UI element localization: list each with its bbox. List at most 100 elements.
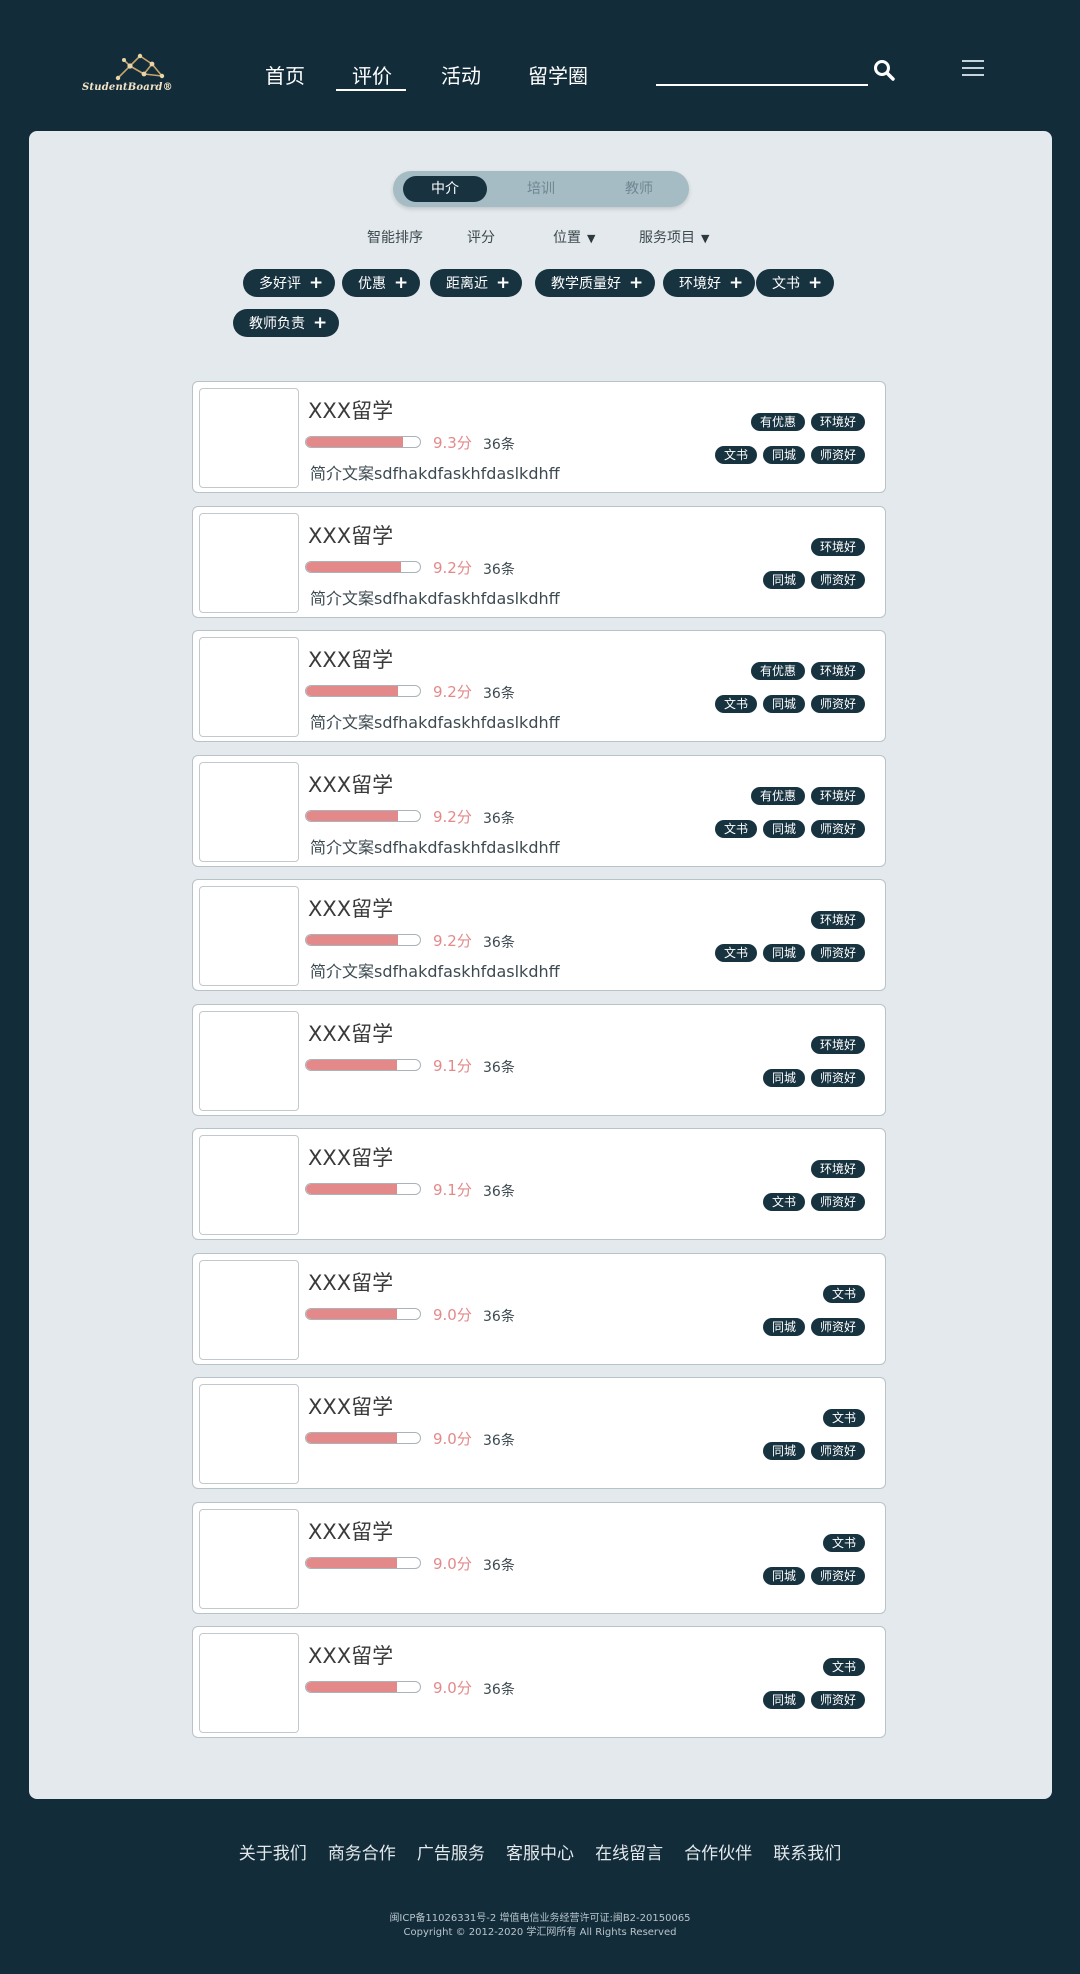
listing-description: 简介文案sdfhakdfaskhfdaslkdhff	[310, 962, 560, 981]
filter-chip-good-reviews[interactable]: 多好评 +	[243, 269, 336, 297]
sort-services-dropdown[interactable]: 服务项目 ▼	[639, 227, 709, 247]
feature-tag: 有优惠	[750, 662, 805, 680]
footer-link-partners[interactable]: 合作伙伴	[684, 1839, 752, 1864]
feature-tag: 师资好	[810, 820, 865, 838]
search-input[interactable]	[656, 58, 868, 84]
sort-rating[interactable]: 评分	[467, 227, 495, 247]
rating-bar-fill	[306, 935, 399, 945]
listing-title[interactable]: XXX留学	[308, 1391, 393, 1421]
listing-card[interactable]: XXX留学 9.3分 36条 简介文案sdfhakdfaskhfdaslkdhff 有优…	[192, 381, 886, 493]
rating-bar-fill	[306, 1558, 398, 1568]
feature-tag: 同城	[762, 695, 805, 713]
review-count: 36条	[483, 562, 515, 578]
filter-chip-discount[interactable]: 优惠 +	[342, 269, 421, 297]
feature-tag: 同城	[762, 944, 805, 962]
listing-title[interactable]: XXX留学	[308, 1142, 393, 1172]
listing-title[interactable]: XXX留学	[308, 769, 393, 799]
sort-smart-label: 智能排序	[367, 230, 423, 246]
tag-row-bottom: 同城 师资好	[762, 1318, 865, 1336]
listing-card[interactable]: XXX留学 9.2分 36条 简介文案sdfhakdfaskhfdaslkdhff 环境…	[192, 879, 886, 991]
rating-bar-fill	[306, 1060, 398, 1070]
listing-thumbnail[interactable]	[199, 1135, 299, 1235]
listing-title[interactable]: XXX留学	[308, 644, 393, 674]
hamburger-menu-icon[interactable]	[962, 60, 984, 78]
nav-events[interactable]: 活动	[441, 60, 481, 89]
chip-label: 文书	[772, 276, 800, 292]
plus-icon: +	[496, 273, 511, 293]
filter-chip-nearby[interactable]: 距离近 +	[430, 269, 523, 297]
listing-card[interactable]: XXX留学 9.2分 36条 简介文案sdfhakdfaskhfdaslkdhff 环境…	[192, 506, 886, 618]
listing-thumbnail[interactable]	[199, 637, 299, 737]
listing-thumbnail[interactable]	[199, 886, 299, 986]
studentboard-logo[interactable]: StudentBoard®	[82, 50, 192, 100]
listing-description: 简介文案sdfhakdfaskhfdaslkdhff	[310, 589, 560, 608]
listing-thumbnail[interactable]	[199, 1509, 299, 1609]
listing-card[interactable]: XXX留学 9.2分 36条 简介文案sdfhakdfaskhfdaslkdhff 有优…	[192, 755, 886, 867]
listing-card[interactable]: XXX留学 9.0分 36条 文书 同城 师资好	[192, 1502, 886, 1614]
footer-link-ads[interactable]: 广告服务	[417, 1839, 485, 1864]
segment-teacher[interactable]: 教师	[597, 176, 681, 202]
listing-title[interactable]: XXX留学	[308, 1516, 393, 1546]
feature-tag: 师资好	[810, 1691, 865, 1709]
plus-icon: +	[309, 273, 324, 293]
feature-tag: 师资好	[810, 1318, 865, 1336]
rating-bar	[305, 934, 421, 946]
listing-title[interactable]: XXX留学	[308, 395, 393, 425]
listing-thumbnail[interactable]	[199, 388, 299, 488]
tag-row-bottom: 同城 师资好	[762, 1442, 865, 1460]
tag-row-top: 环境好	[810, 911, 865, 929]
listing-thumbnail[interactable]	[199, 1011, 299, 1111]
nav-study-abroad-circle[interactable]: 留学圈	[528, 60, 588, 89]
footer-link-contact[interactable]: 联系我们	[773, 1839, 841, 1864]
listing-card[interactable]: XXX留学 9.0分 36条 文书 同城 师资好	[192, 1377, 886, 1489]
nav-home[interactable]: 首页	[265, 60, 305, 89]
listing-title[interactable]: XXX留学	[308, 520, 393, 550]
segment-training[interactable]: 培训	[499, 176, 583, 202]
site-header: StudentBoard® 首页 评价 活动 留学圈	[0, 0, 1080, 130]
rating-score: 9.3分	[433, 434, 472, 452]
rating-bar-fill	[306, 1682, 398, 1692]
rating-bar	[305, 685, 421, 697]
listing-title[interactable]: XXX留学	[308, 1640, 393, 1670]
listing-title[interactable]: XXX留学	[308, 1018, 393, 1048]
filter-chip-good-environment[interactable]: 环境好 +	[663, 269, 756, 297]
rating-score: 9.1分	[433, 1057, 472, 1075]
filter-chip-teaching-quality[interactable]: 教学质量好 +	[535, 269, 656, 297]
listing-card[interactable]: XXX留学 9.0分 36条 文书 同城 师资好	[192, 1626, 886, 1738]
tag-row-bottom: 文书 同城 师资好	[714, 820, 865, 838]
footer-link-message[interactable]: 在线留言	[595, 1839, 663, 1864]
tag-row-top: 文书	[822, 1285, 865, 1303]
segment-agency[interactable]: 中介	[403, 176, 487, 202]
filter-chip-responsible-teachers[interactable]: 教师负责 +	[233, 309, 340, 337]
sort-location-dropdown[interactable]: 位置 ▼	[553, 227, 595, 247]
chip-label: 优惠	[358, 276, 386, 292]
listing-thumbnail[interactable]	[199, 1260, 299, 1360]
listing-thumbnail[interactable]	[199, 513, 299, 613]
listing-thumbnail[interactable]	[199, 1384, 299, 1484]
sort-smart[interactable]: 智能排序	[367, 227, 423, 247]
rating-score: 9.0分	[433, 1555, 472, 1573]
rating-bar-fill	[306, 1433, 398, 1443]
review-count: 36条	[483, 811, 515, 827]
listing-card[interactable]: XXX留学 9.2分 36条 简介文案sdfhakdfaskhfdaslkdhff 有优…	[192, 630, 886, 742]
footer-link-about[interactable]: 关于我们	[239, 1839, 307, 1864]
chip-label: 教学质量好	[551, 276, 621, 292]
listing-card[interactable]: XXX留学 9.0分 36条 文书 同城 师资好	[192, 1253, 886, 1365]
listing-title[interactable]: XXX留学	[308, 1267, 393, 1297]
nav-reviews[interactable]: 评价	[352, 60, 392, 89]
filter-chip-documents[interactable]: 文书 +	[756, 269, 835, 297]
rating-score: 9.2分	[433, 683, 472, 701]
feature-tag: 文书	[822, 1534, 865, 1552]
rating-score: 9.2分	[433, 559, 472, 577]
listing-card[interactable]: XXX留学 9.1分 36条 环境好 文书 师资好	[192, 1128, 886, 1240]
feature-tag: 环境好	[810, 787, 865, 805]
listing-thumbnail[interactable]	[199, 1633, 299, 1733]
footer-link-business[interactable]: 商务合作	[328, 1839, 396, 1864]
feature-tag: 师资好	[810, 1567, 865, 1585]
search-icon[interactable]	[872, 58, 896, 82]
footer-link-support[interactable]: 客服中心	[506, 1839, 574, 1864]
listing-card[interactable]: XXX留学 9.1分 36条 环境好 同城 师资好	[192, 1004, 886, 1116]
listing-thumbnail[interactable]	[199, 762, 299, 862]
listing-description: 简介文案sdfhakdfaskhfdaslkdhff	[310, 838, 560, 857]
listing-title[interactable]: XXX留学	[308, 893, 393, 923]
